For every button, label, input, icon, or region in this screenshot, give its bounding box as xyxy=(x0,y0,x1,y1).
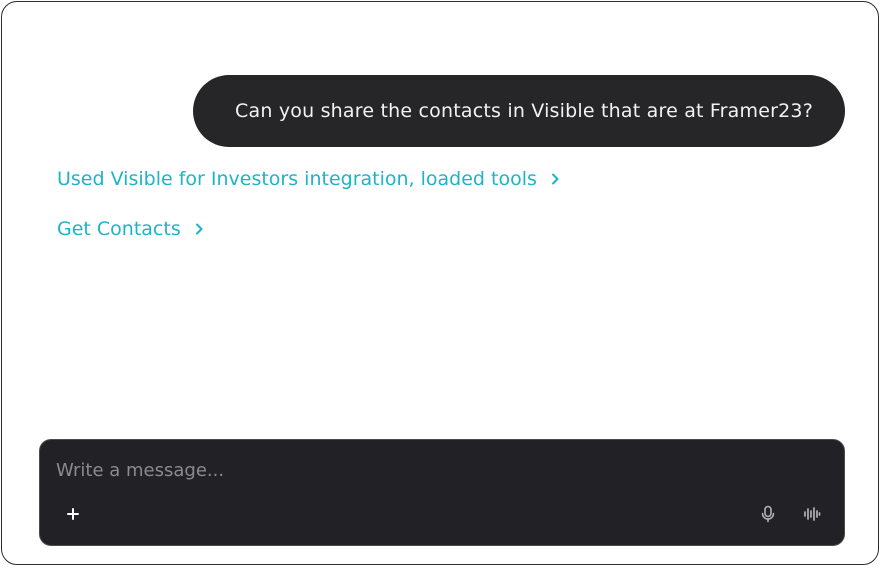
chevron-right-icon xyxy=(551,173,559,185)
microphone-icon xyxy=(761,505,775,523)
tool-step-label: Get Contacts xyxy=(57,218,181,240)
tool-step-integration-link[interactable]: Used Visible for Investors integration, … xyxy=(57,168,563,190)
message-input[interactable] xyxy=(56,456,816,484)
voice-mode-button[interactable] xyxy=(798,500,826,528)
microphone-button[interactable] xyxy=(754,500,782,528)
message-composer xyxy=(39,439,845,546)
user-message-bubble: Can you share the contacts in Visible th… xyxy=(193,75,845,147)
waveform-icon xyxy=(804,507,821,521)
tool-step-label: Used Visible for Investors integration, … xyxy=(57,168,537,190)
user-message-text: Can you share the contacts in Visible th… xyxy=(235,100,813,122)
tool-step-get-contacts-link[interactable]: Get Contacts xyxy=(57,218,207,240)
chat-window: Can you share the contacts in Visible th… xyxy=(1,1,879,565)
chevron-right-icon xyxy=(195,223,203,235)
plus-icon xyxy=(67,508,79,520)
attach-button[interactable] xyxy=(59,500,87,528)
